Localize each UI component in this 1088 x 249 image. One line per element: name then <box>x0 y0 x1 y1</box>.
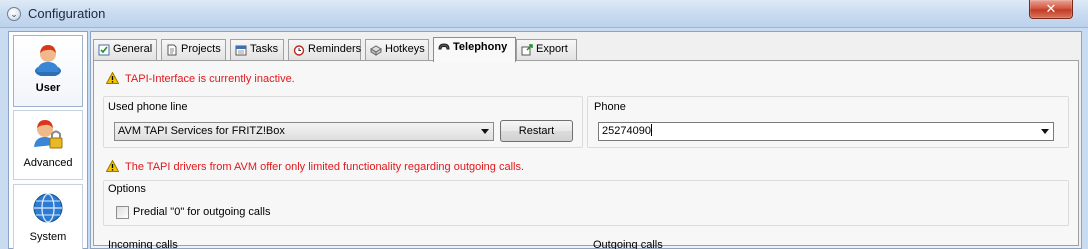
chevron-down-icon <box>481 129 489 134</box>
document-icon <box>167 44 177 56</box>
tab-telephony[interactable]: Telephony <box>433 37 516 62</box>
outgoing-calls-label: Outgoing calls <box>593 239 663 249</box>
tab-hotkeys[interactable]: Hotkeys <box>365 39 429 60</box>
tab-tasks[interactable]: Tasks <box>230 39 284 60</box>
used-phone-line-label: Used phone line <box>108 101 188 113</box>
options-label: Options <box>108 183 146 195</box>
user-lock-icon <box>34 120 63 149</box>
tab-export[interactable]: Export <box>516 39 577 60</box>
warning-icon <box>106 160 119 172</box>
text-caret <box>650 124 652 136</box>
sidebar-item-label: System <box>29 231 67 243</box>
phone-label: Phone <box>594 101 626 113</box>
warning-icon <box>106 72 119 84</box>
phone-number-combo[interactable]: 25274090 <box>598 122 1054 141</box>
tab-general[interactable]: General <box>93 39 157 60</box>
telephony-tab-content: TAPI-Interface is currently inactive. Us… <box>93 60 1079 249</box>
export-icon <box>521 44 533 56</box>
sidebar-item-user[interactable]: User <box>13 35 83 107</box>
phone-group: Phone 25274090 <box>587 96 1069 148</box>
settings-panel: General Projects Tasks Reminders Hotkeys… <box>90 31 1082 249</box>
chevron-down-icon <box>1041 129 1049 134</box>
restart-button[interactable]: Restart <box>500 120 573 142</box>
sidebar-item-advanced[interactable]: Advanced <box>13 110 83 180</box>
title-bar: ⌄ Configuration ✕ <box>0 0 1088 28</box>
tab-reminders[interactable]: Reminders <box>288 39 361 60</box>
predial-zero-checkbox[interactable] <box>116 206 129 219</box>
globe-icon <box>33 193 63 223</box>
sidebar-item-system[interactable]: System <box>13 184 83 249</box>
predial-zero-label[interactable]: Predial "0" for outgoing calls <box>133 206 270 218</box>
phone-line-select[interactable]: AVM TAPI Services for FRITZ!Box <box>114 122 494 141</box>
close-button[interactable]: ✕ <box>1029 0 1073 19</box>
sidebar-item-label: Advanced <box>23 157 73 169</box>
chevron-down-icon[interactable]: ⌄ <box>7 7 21 21</box>
options-group: Options Predial "0" for outgoing calls <box>103 180 1069 226</box>
phone-line-group: Used phone line AVM TAPI Services for FR… <box>103 96 583 148</box>
incoming-calls-label: Incoming calls <box>108 239 178 249</box>
drivers-warning: The TAPI drivers from AVM offer only lim… <box>106 160 524 173</box>
window-title: Configuration <box>28 6 106 21</box>
phone-icon <box>438 43 450 50</box>
user-icon <box>35 45 61 76</box>
keyboard-icon <box>370 45 382 56</box>
category-sidebar: User Advanced System <box>8 31 88 249</box>
checklist-icon <box>98 44 110 56</box>
tab-projects[interactable]: Projects <box>161 39 226 60</box>
inactive-warning: TAPI-Interface is currently inactive. <box>106 72 295 85</box>
alarm-clock-icon <box>293 45 305 56</box>
calendar-icon <box>235 45 247 56</box>
sidebar-item-label: User <box>35 82 61 94</box>
